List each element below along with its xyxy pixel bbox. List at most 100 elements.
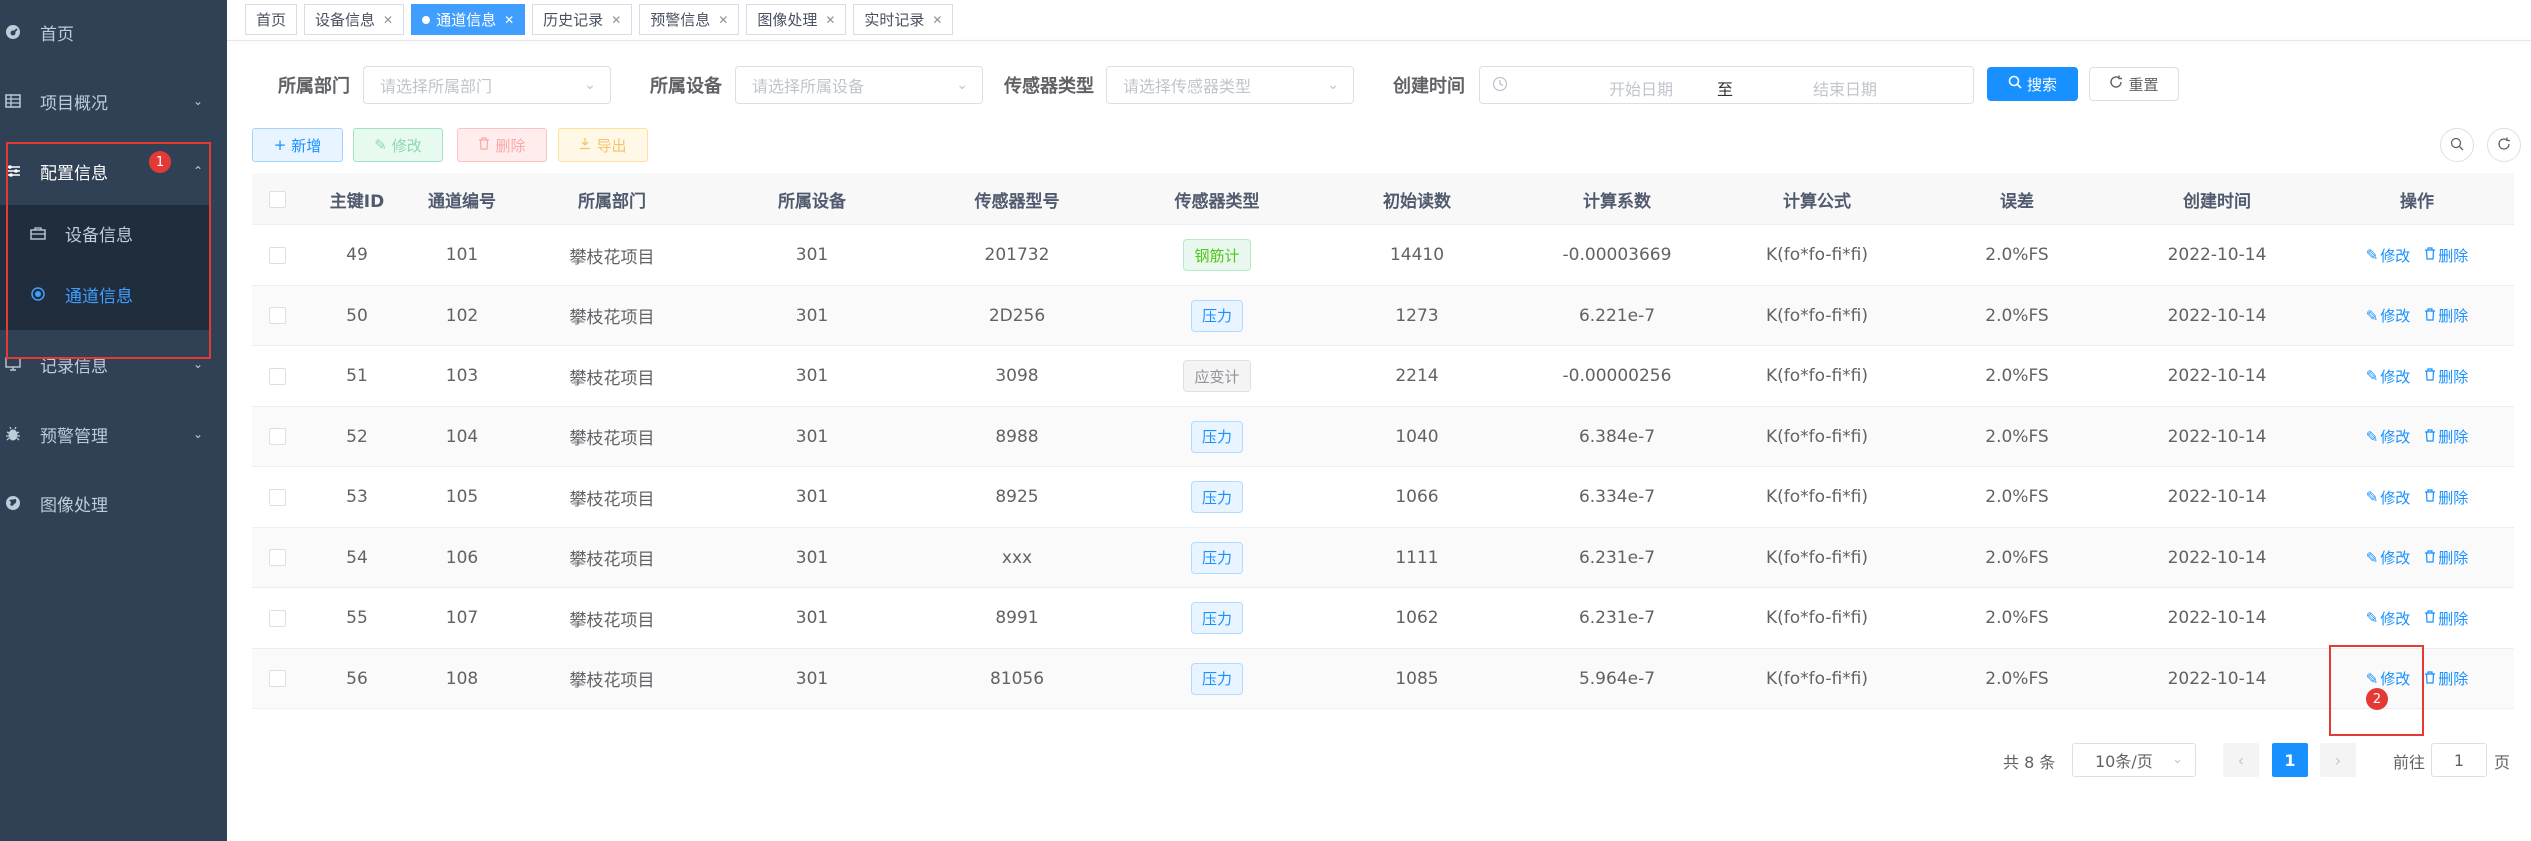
row-select-cell[interactable] <box>252 286 302 346</box>
row-delete-button[interactable]: 删除 <box>2424 547 2468 568</box>
cell-actions: ✎ 修改 删除 <box>2317 588 2517 648</box>
close-icon[interactable]: ✕ <box>383 13 393 27</box>
row-delete-button[interactable]: 删除 <box>2424 487 2468 508</box>
cell-channel: 102 <box>445 305 479 326</box>
row-select-cell[interactable] <box>252 588 302 648</box>
add-button[interactable]: + 新增 <box>252 128 343 162</box>
tag-device-info[interactable]: 设备信息 ✕ <box>304 4 405 35</box>
table-icon <box>4 92 22 110</box>
refresh-button[interactable] <box>2487 128 2521 162</box>
sidebar-item-alert-management[interactable]: 预警管理 ⌄ <box>0 399 227 469</box>
row-edit-button[interactable]: ✎ 修改 <box>2366 608 2411 629</box>
cell-dept: 攀枝花项目 <box>569 308 655 328</box>
cell-type: 压力 <box>1117 649 1317 709</box>
row-select-cell[interactable] <box>252 528 302 588</box>
row-checkbox[interactable] <box>268 246 286 264</box>
cell-created: 2022-10-14 <box>2167 547 2267 568</box>
table-body: 49 101 攀枝花项目 301 201732 钢筋计 14410 -0.00003669 K(… <box>252 225 2514 709</box>
dept-select[interactable]: 请选择所属部门 ⌄ <box>363 66 611 104</box>
sidebar-item-label: 首页 <box>40 24 74 45</box>
close-icon[interactable]: ✕ <box>504 13 514 27</box>
date-range-picker[interactable]: 开始日期 至 结束日期 <box>1479 66 1974 104</box>
row-checkbox[interactable] <box>268 488 286 506</box>
cell-error: 2.0%FS <box>1985 668 2049 689</box>
tag-label: 实时记录 <box>864 11 925 29</box>
close-icon[interactable]: ✕ <box>718 13 728 27</box>
cell-created: 2022-10-14 <box>2167 245 2267 265</box>
row-delete-button[interactable]: 删除 <box>2424 366 2468 387</box>
cell-device: 301 <box>795 366 829 386</box>
cell-coef: 5.964e-7 <box>1578 668 1656 689</box>
chevron-down-icon: ⌄ <box>192 427 203 441</box>
cell-type: 钢筋计 <box>1117 225 1317 285</box>
search-button[interactable]: 搜索 <box>1987 67 2078 101</box>
page-number[interactable]: 1 <box>2272 743 2308 777</box>
close-icon[interactable]: ✕ <box>611 13 621 27</box>
row-delete-button[interactable]: 删除 <box>2424 608 2468 629</box>
delete-button[interactable]: 删除 <box>457 128 547 162</box>
tag-channel-info[interactable]: 通道信息 ✕ <box>411 4 526 35</box>
edit-button[interactable]: ✎ 修改 <box>353 128 443 162</box>
header-sensor-type: 传感器类型 <box>1174 191 1260 212</box>
cell-actions: ✎ 修改 删除 <box>2317 225 2517 285</box>
table-row: 52 104 攀枝花项目 301 8988 压力 1040 6.384e-7 K(fo*fo-f… <box>252 406 2514 467</box>
header-select-all[interactable] <box>252 173 302 225</box>
row-select-cell[interactable] <box>252 467 302 527</box>
row-edit-button[interactable]: ✎ 修改 <box>2366 547 2411 568</box>
table-row: 50 102 攀枝花项目 301 2D256 压力 1273 6.221e-7 K(fo*fo-… <box>252 285 2514 346</box>
row-checkbox[interactable] <box>268 428 286 445</box>
row-delete-button[interactable]: 删除 <box>2424 305 2468 326</box>
row-edit-button[interactable]: ✎ 修改 <box>2366 305 2411 326</box>
start-date-input[interactable]: 开始日期 <box>1576 76 1706 100</box>
cell-type: 压力 <box>1117 286 1317 346</box>
cell-model: 201732 <box>984 245 1050 265</box>
row-edit-button[interactable]: ✎ 修改 <box>2366 487 2411 508</box>
select-all-checkbox[interactable] <box>268 190 286 208</box>
row-checkbox[interactable] <box>268 670 286 687</box>
cell-init: 1085 <box>1395 668 1439 689</box>
sidebar-item-project-overview[interactable]: 项目概况 ⌄ <box>0 66 227 136</box>
page-size-select[interactable]: 10条/页 ⌄ <box>2072 743 2196 777</box>
table-row: 53 105 攀枝花项目 301 8925 压力 1066 6.334e-7 K(fo*fo-f… <box>252 467 2514 528</box>
row-delete-button[interactable]: 删除 <box>2424 668 2468 689</box>
tag-home[interactable]: 首页 <box>245 4 298 35</box>
row-checkbox[interactable] <box>268 609 286 627</box>
cell-id: 51 <box>346 366 368 386</box>
export-button[interactable]: 导出 <box>558 128 648 162</box>
toggle-search-button[interactable] <box>2440 128 2474 162</box>
row-select-cell[interactable] <box>252 407 302 467</box>
tag-history[interactable]: 历史记录 ✕ <box>532 4 633 35</box>
tag-image-processing[interactable]: 图像处理 ✕ <box>746 4 847 35</box>
cell-channel: 107 <box>445 608 479 628</box>
edit-icon: ✎ <box>374 136 387 154</box>
tags-divider <box>227 40 2531 41</box>
row-select-cell[interactable] <box>252 649 302 709</box>
sidebar-item-home[interactable]: 首页 <box>0 0 227 67</box>
header-coefficient: 计算系数 <box>1583 191 1651 212</box>
row-select-cell[interactable] <box>252 225 302 285</box>
sidebar-item-image-processing[interactable]: 图像处理 <box>0 468 227 538</box>
tag-realtime-records[interactable]: 实时记录 ✕ <box>853 4 954 35</box>
device-select[interactable]: 请选择所属设备 ⌄ <box>735 66 983 104</box>
goto-page-input[interactable]: 1 <box>2431 743 2487 777</box>
row-checkbox[interactable] <box>268 367 286 385</box>
row-delete-button[interactable]: 删除 <box>2424 426 2468 447</box>
sidebar-item-label: 图像处理 <box>40 495 108 516</box>
close-icon[interactable]: ✕ <box>932 13 942 27</box>
next-page-button[interactable]: › <box>2320 743 2356 777</box>
close-icon[interactable]: ✕ <box>825 13 835 27</box>
cell-created: 2022-10-14 <box>2167 608 2267 628</box>
row-checkbox[interactable] <box>268 307 286 324</box>
row-edit-label: 修改 <box>2380 488 2411 507</box>
end-date-input[interactable]: 结束日期 <box>1780 76 1910 100</box>
prev-page-button[interactable]: ‹ <box>2223 743 2259 777</box>
tag-alert-info[interactable]: 预警信息 ✕ <box>639 4 740 35</box>
row-select-cell[interactable] <box>252 346 302 406</box>
row-edit-button[interactable]: ✎ 修改 <box>2366 366 2411 387</box>
row-checkbox[interactable] <box>268 549 286 566</box>
row-delete-button[interactable]: 删除 <box>2424 245 2468 266</box>
reset-button[interactable]: 重置 <box>2089 67 2179 101</box>
sensor-type-select[interactable]: 请选择传感器类型 ⌄ <box>1106 66 1354 104</box>
row-edit-button[interactable]: ✎ 修改 <box>2366 426 2411 447</box>
row-edit-button[interactable]: ✎ 修改 <box>2366 245 2411 266</box>
